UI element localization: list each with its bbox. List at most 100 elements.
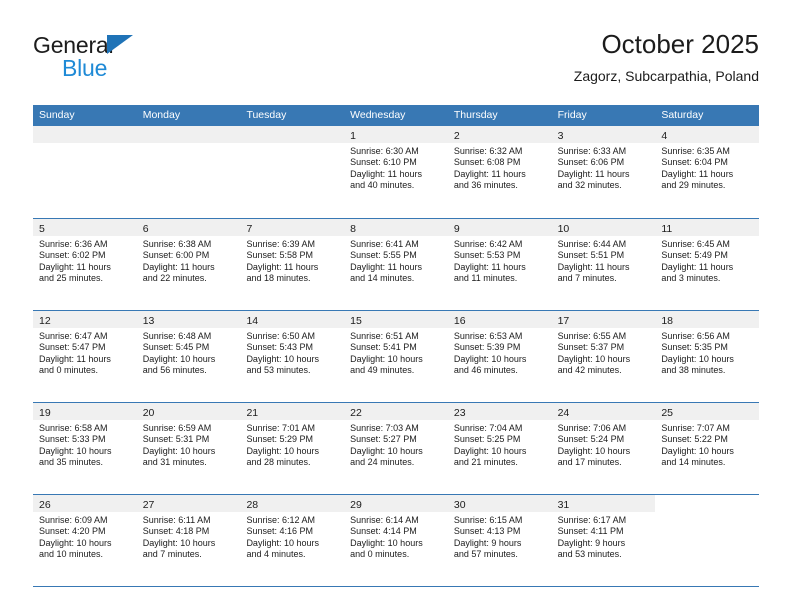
daylight-text-line2: and 38 minutes.: [661, 365, 726, 376]
calendar-page: General Blue October 2025 Zagorz, Subcar…: [0, 0, 792, 612]
calendar-day-cell[interactable]: 2 Sunrise: 6:32 AM Sunset: 6:08 PM Daylight…: [447, 126, 552, 218]
daylight-text-line2: and 4 minutes.: [246, 549, 306, 560]
day-number: 9: [453, 223, 460, 235]
weekday-saturday: Saturday: [661, 109, 704, 121]
day-number: 7: [246, 223, 253, 235]
day-number: 13: [142, 315, 155, 327]
calendar-day-cell[interactable]: 20 Sunrise: 6:59 AM Sunset: 5:31 PM Dayligh…: [136, 403, 241, 494]
day-number: 23: [453, 407, 466, 419]
calendar-day-cell[interactable]: 21 Sunrise: 7:01 AM Sunset: 5:29 PM Dayligh…: [240, 403, 345, 494]
sunset-text: Sunset: 5:27 PM: [350, 434, 417, 445]
daylight-text-line2: and 21 minutes.: [453, 457, 518, 468]
weekday-friday: Friday: [557, 109, 587, 121]
sunset-text: Sunset: 5:29 PM: [246, 434, 313, 445]
calendar-day-cell[interactable]: 11 Sunrise: 6:45 AM Sunset: 5:49 PM Dayligh…: [655, 219, 760, 310]
sun-info: Sunrise: 6:30 AM Sunset: 6:10 PM Daylight:…: [344, 143, 448, 192]
daylight-text-line1: Daylight: 11 hours: [453, 261, 526, 272]
calendar-day-cell[interactable]: 4 Sunrise: 6:35 AM Sunset: 6:04 PM Daylight…: [655, 126, 760, 218]
calendar-grid: Sunday Monday Tuesday Wednesday Thursday…: [33, 105, 760, 587]
daylight-text-line2: and 46 minutes.: [453, 365, 518, 376]
calendar-day-cell[interactable]: 7 Sunrise: 6:39 AM Sunset: 5:58 PM Daylight…: [240, 219, 345, 310]
calendar-day-cell[interactable]: 16 Sunrise: 6:53 AM Sunset: 5:39 PM Dayligh…: [447, 311, 552, 402]
calendar-day-cell[interactable]: 8 Sunrise: 6:41 AM Sunset: 5:55 PM Daylight…: [344, 219, 448, 310]
day-number-strip: 28: [240, 495, 345, 512]
sun-info: Sunrise: 6:44 AM Sunset: 5:51 PM Daylight:…: [552, 236, 656, 285]
calendar-day-cell[interactable]: 13 Sunrise: 6:48 AM Sunset: 5:45 PM Dayligh…: [136, 311, 241, 402]
day-number: 29: [350, 499, 362, 511]
sunrise-text: Sunrise: 6:42 AM: [453, 239, 523, 249]
sun-info: Sunrise: 6:56 AM Sunset: 5:35 PM Daylight:…: [655, 328, 759, 377]
day-number: 4: [661, 130, 668, 142]
sunset-text: Sunset: 5:37 PM: [557, 342, 625, 353]
day-number-strip: 19: [33, 403, 137, 420]
calendar-day-cell[interactable]: 3 Sunrise: 6:33 AM Sunset: 6:06 PM Daylight…: [551, 126, 656, 218]
sunset-text: Sunset: 4:20 PM: [39, 526, 106, 537]
sun-info: Sunrise: 6:53 AM Sunset: 5:39 PM Daylight:…: [448, 328, 552, 377]
calendar-day-cell[interactable]: 26 Sunrise: 6:09 AM Sunset: 4:20 PM Dayligh…: [33, 495, 137, 586]
calendar-day-cell[interactable]: 14 Sunrise: 6:50 AM Sunset: 5:43 PM Dayligh…: [240, 311, 345, 402]
sunset-text: Sunset: 5:39 PM: [453, 342, 521, 353]
calendar-day-cell[interactable]: 23 Sunrise: 7:04 AM Sunset: 5:25 PM Dayligh…: [447, 403, 552, 494]
sun-info: Sunrise: 6:48 AM Sunset: 5:45 PM Daylight:…: [137, 328, 241, 377]
general-blue-logo[interactable]: General Blue: [33, 32, 243, 88]
sunset-text: Sunset: 6:04 PM: [661, 157, 728, 168]
calendar-day-cell[interactable]: 28 Sunrise: 6:12 AM Sunset: 4:16 PM Dayligh…: [240, 495, 345, 586]
day-number-strip: 31: [551, 495, 656, 512]
sunrise-text: Sunrise: 6:59 AM: [142, 423, 212, 433]
day-number: 3: [557, 130, 564, 142]
daylight-text-line1: Daylight: 11 hours: [661, 168, 734, 179]
sunrise-text: Sunrise: 6:39 AM: [246, 239, 315, 249]
daylight-text-line2: and 42 minutes.: [557, 365, 622, 376]
sunset-text: Sunset: 5:58 PM: [246, 250, 313, 261]
daylight-text-line1: Daylight: 11 hours: [39, 261, 111, 272]
calendar-day-cell[interactable]: 17 Sunrise: 6:55 AM Sunset: 5:37 PM Dayligh…: [551, 311, 656, 402]
calendar-day-cell[interactable]: 25 Sunrise: 7:07 AM Sunset: 5:22 PM Dayligh…: [655, 403, 760, 494]
calendar-day-cell[interactable]: 10 Sunrise: 6:44 AM Sunset: 5:51 PM Dayligh…: [551, 219, 656, 310]
day-number-strip: [33, 126, 137, 143]
sunset-text: Sunset: 5:25 PM: [453, 434, 521, 445]
weekday-header-row: Sunday Monday Tuesday Wednesday Thursday…: [33, 105, 759, 126]
calendar-day-cell[interactable]: 18 Sunrise: 6:56 AM Sunset: 5:35 PM Dayligh…: [655, 311, 760, 402]
calendar-day-cell[interactable]: 19 Sunrise: 6:58 AM Sunset: 5:33 PM Dayligh…: [33, 403, 137, 494]
calendar-day-cell[interactable]: 22 Sunrise: 7:03 AM Sunset: 5:27 PM Dayligh…: [344, 403, 448, 494]
calendar-day-cell-empty: [240, 126, 345, 218]
calendar-day-cell[interactable]: 9 Sunrise: 6:42 AM Sunset: 5:53 PM Daylight…: [447, 219, 552, 310]
daylight-text-line1: Daylight: 10 hours: [557, 353, 631, 364]
day-number: 1: [350, 130, 356, 142]
calendar-day-cell[interactable]: 30 Sunrise: 6:15 AM Sunset: 4:13 PM Dayligh…: [447, 495, 552, 586]
day-number-strip: 16: [447, 311, 552, 328]
daylight-text-line2: and 35 minutes.: [39, 457, 104, 468]
sunrise-text: Sunrise: 6:47 AM: [39, 331, 108, 341]
calendar-day-cell[interactable]: 12 Sunrise: 6:47 AM Sunset: 5:47 PM Dayligh…: [33, 311, 137, 402]
weekday-thursday: Thursday: [453, 109, 498, 121]
title-block: October 2025 Zagorz, Subcarpathia, Polan…: [574, 28, 759, 85]
calendar-day-cell[interactable]: 31 Sunrise: 6:17 AM Sunset: 4:11 PM Dayligh…: [551, 495, 656, 586]
calendar-day-cell[interactable]: 24 Sunrise: 7:06 AM Sunset: 5:24 PM Dayligh…: [551, 403, 656, 494]
day-number: 21: [246, 407, 259, 419]
day-number: 17: [557, 315, 570, 327]
calendar-day-cell[interactable]: 1 Sunrise: 6:30 AM Sunset: 6:10 PM Daylight…: [344, 126, 448, 218]
day-number-strip: 29: [344, 495, 448, 512]
daylight-text-line2: and 31 minutes.: [142, 457, 207, 468]
calendar-day-cell[interactable]: 5 Sunrise: 6:36 AM Sunset: 6:02 PM Daylight…: [33, 219, 137, 310]
calendar-day-cell[interactable]: 27 Sunrise: 6:11 AM Sunset: 4:18 PM Dayligh…: [136, 495, 241, 586]
calendar-day-cell[interactable]: 15 Sunrise: 6:51 AM Sunset: 5:41 PM Dayligh…: [344, 311, 448, 402]
sunrise-text: Sunrise: 7:06 AM: [557, 423, 627, 433]
daylight-text-line1: Daylight: 10 hours: [350, 445, 423, 456]
sun-info: Sunrise: 7:03 AM Sunset: 5:27 PM Daylight:…: [344, 420, 448, 469]
day-number: 25: [661, 407, 673, 419]
sunrise-text: Sunrise: 6:45 AM: [661, 239, 730, 249]
daylight-text-line1: Daylight: 11 hours: [661, 261, 734, 272]
day-number: 26: [39, 499, 51, 511]
calendar-day-cell[interactable]: 29 Sunrise: 6:14 AM Sunset: 4:14 PM Dayligh…: [344, 495, 448, 586]
daylight-text-line2: and 14 minutes.: [661, 457, 726, 468]
sunrise-text: Sunrise: 6:36 AM: [39, 239, 108, 249]
sun-info: Sunrise: 6:15 AM Sunset: 4:13 PM Daylight:…: [448, 512, 552, 561]
calendar-day-cell[interactable]: 6 Sunrise: 6:38 AM Sunset: 6:00 PM Daylight…: [136, 219, 241, 310]
daylight-text-line1: Daylight: 10 hours: [661, 445, 734, 456]
sunset-text: Sunset: 6:08 PM: [453, 157, 521, 168]
sun-info: Sunrise: 7:01 AM Sunset: 5:29 PM Daylight:…: [240, 420, 344, 469]
daylight-text-line2: and 32 minutes.: [557, 180, 622, 191]
sunset-text: Sunset: 5:47 PM: [39, 342, 106, 353]
sunset-text: Sunset: 4:16 PM: [246, 526, 313, 537]
